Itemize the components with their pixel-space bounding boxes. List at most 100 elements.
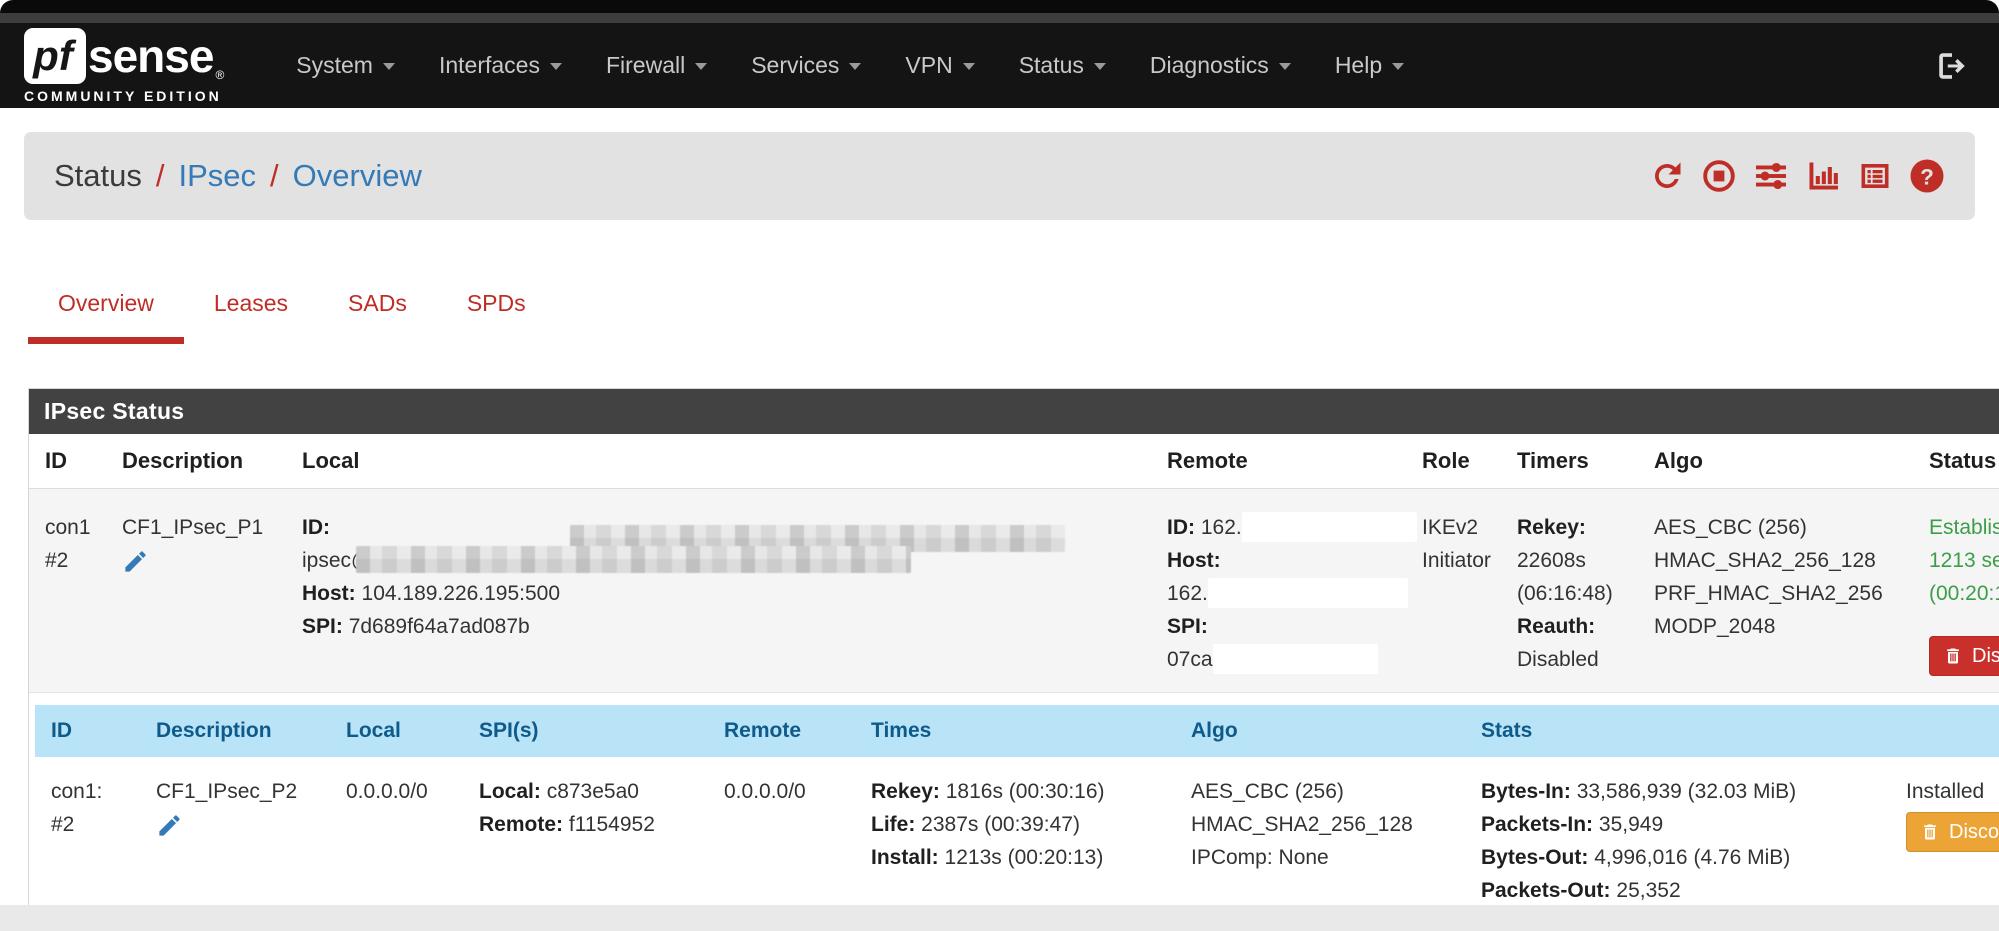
disconnect-button[interactable]: Disconnect bbox=[1929, 636, 1999, 676]
tab-sads[interactable]: SADs bbox=[318, 274, 437, 344]
breadcrumb: Status / IPsec / Overview bbox=[54, 158, 422, 194]
menu-item-vpn[interactable]: VPN bbox=[883, 40, 996, 91]
page-action-icons: ? bbox=[1649, 158, 1945, 194]
col-header-role: Role bbox=[1406, 434, 1501, 489]
pf-logo-box: pf bbox=[24, 28, 86, 84]
window-title-strip bbox=[0, 13, 1999, 23]
cell-description: CF1_IPsec_P2 bbox=[140, 757, 330, 923]
top-navbar: pf sense ® COMMUNITY EDITION System Inte… bbox=[0, 23, 1999, 108]
col-header-times: Times bbox=[855, 705, 1175, 757]
cell-local: 0.0.0.0/0 bbox=[330, 757, 463, 923]
chevron-down-icon bbox=[695, 63, 707, 70]
chevron-down-icon bbox=[1392, 63, 1404, 70]
list-icon[interactable] bbox=[1857, 158, 1893, 194]
col-header-spis: SPI(s) bbox=[463, 705, 708, 757]
chevron-down-icon bbox=[849, 63, 861, 70]
stop-icon[interactable] bbox=[1701, 158, 1737, 194]
cell-remote: 0.0.0.0/0 bbox=[708, 757, 855, 923]
cell-remote: ID: 162. Host: 162. SPI: 07ca bbox=[1151, 489, 1406, 693]
edit-icon[interactable] bbox=[156, 812, 183, 839]
redacted-block bbox=[1242, 512, 1417, 542]
cell-role: IKEv2 Initiator bbox=[1406, 489, 1501, 693]
col-header-algo: Algo bbox=[1638, 434, 1913, 489]
panel-title: IPsec Status bbox=[29, 389, 1999, 434]
col-header-remote: Remote bbox=[708, 705, 855, 757]
col-header-timers: Timers bbox=[1501, 434, 1638, 489]
col-header-description: Description bbox=[106, 434, 286, 489]
cell-id: con1 #2 bbox=[29, 489, 106, 693]
col-header-id: ID bbox=[29, 434, 106, 489]
col-header-id: ID bbox=[35, 705, 140, 757]
page-footer-strip bbox=[0, 905, 1999, 931]
chevron-down-icon bbox=[550, 63, 562, 70]
cell-status: Installed Disconnect bbox=[1890, 757, 1999, 923]
status-badge: Installed bbox=[1906, 775, 1999, 808]
tab-overview[interactable]: Overview bbox=[28, 274, 184, 344]
breadcrumb-separator: / bbox=[270, 158, 279, 194]
pfsense-logo[interactable]: pf sense ® COMMUNITY EDITION bbox=[24, 28, 224, 104]
cell-spis: Local: c873e5a0 Remote: f1154952 bbox=[463, 757, 708, 923]
menu-item-firewall[interactable]: Firewall bbox=[584, 40, 729, 91]
col-header-status: Status bbox=[1913, 434, 1999, 489]
menu-item-help[interactable]: Help bbox=[1313, 40, 1426, 91]
redacted-block bbox=[356, 546, 911, 573]
disconnect-button[interactable]: Disconnect bbox=[1906, 812, 1999, 852]
ike-sa-table: ID Description Local Remote Role Timers … bbox=[29, 434, 1999, 693]
child-sa-table: ID Description Local SPI(s) Remote Times… bbox=[35, 705, 1999, 923]
cell-algo: AES_CBC (256) HMAC_SHA2_256_128 IPComp: … bbox=[1175, 757, 1465, 923]
cell-id: con1: #2 bbox=[35, 757, 140, 923]
col-header-local: Local bbox=[330, 705, 463, 757]
chevron-down-icon bbox=[963, 63, 975, 70]
registered-mark: ® bbox=[215, 68, 224, 82]
svg-text:?: ? bbox=[1920, 164, 1934, 189]
breadcrumb-status: Status bbox=[54, 158, 142, 194]
ike-header-row: ID Description Local Remote Role Timers … bbox=[29, 434, 1999, 489]
cell-timers: Rekey: 22608s (06:16:48) Reauth: Disable… bbox=[1501, 489, 1638, 693]
cell-status: Established 1213 seconds (00:20:13) Disc… bbox=[1913, 489, 1999, 693]
window-top-bar bbox=[0, 0, 1999, 13]
table-row: con1 #2 CF1_IPsec_P1 ID: ipsec@a Host: 1… bbox=[29, 489, 1999, 693]
child-header-row: ID Description Local SPI(s) Remote Times… bbox=[35, 705, 1999, 757]
help-icon[interactable]: ? bbox=[1909, 158, 1945, 194]
menu-item-services[interactable]: Services bbox=[729, 40, 883, 91]
sliders-icon[interactable] bbox=[1753, 158, 1789, 194]
pfsense-logo-text: sense bbox=[88, 28, 213, 84]
col-header-local: Local bbox=[286, 434, 1151, 489]
cell-local: ID: ipsec@a Host: 104.189.226.195:500 SP… bbox=[286, 489, 1151, 693]
menu-item-status[interactable]: Status bbox=[997, 40, 1128, 91]
community-edition-label: COMMUNITY EDITION bbox=[24, 88, 224, 104]
col-header-description: Description bbox=[140, 705, 330, 757]
menu-item-diagnostics[interactable]: Diagnostics bbox=[1128, 40, 1313, 91]
tab-spds[interactable]: SPDs bbox=[437, 274, 556, 344]
col-header-stats: Stats bbox=[1465, 705, 1890, 757]
pfsense-logo-row: pf sense ® bbox=[24, 28, 224, 84]
cell-description: CF1_IPsec_P1 bbox=[106, 489, 286, 693]
col-header-remote: Remote bbox=[1151, 434, 1406, 489]
breadcrumb-link-ipsec[interactable]: IPsec bbox=[179, 158, 257, 194]
breadcrumb-bar: Status / IPsec / Overview ? bbox=[24, 132, 1975, 220]
cell-times: Rekey: 1816s (00:30:16) Life: 2387s (00:… bbox=[855, 757, 1175, 923]
menu-item-system[interactable]: System bbox=[274, 40, 417, 91]
trash-icon bbox=[1920, 822, 1940, 842]
edit-icon[interactable] bbox=[122, 548, 149, 575]
redacted-block bbox=[1208, 578, 1408, 608]
cell-algo: AES_CBC (256) HMAC_SHA2_256_128 PRF_HMAC… bbox=[1638, 489, 1913, 693]
chevron-down-icon bbox=[1279, 63, 1291, 70]
tab-leases[interactable]: Leases bbox=[184, 274, 318, 344]
bar-chart-icon[interactable] bbox=[1805, 158, 1841, 194]
breadcrumb-link-overview[interactable]: Overview bbox=[293, 158, 422, 194]
trash-icon bbox=[1943, 646, 1963, 666]
chevron-down-icon bbox=[1094, 63, 1106, 70]
subnav-tabs: Overview Leases SADs SPDs bbox=[0, 274, 1999, 344]
refresh-icon[interactable] bbox=[1649, 158, 1685, 194]
menu-item-interfaces[interactable]: Interfaces bbox=[417, 40, 584, 91]
col-header-blank bbox=[1890, 705, 1999, 757]
main-menu: System Interfaces Firewall Services VPN … bbox=[274, 40, 1426, 91]
table-row: con1: #2 CF1_IPsec_P2 0.0.0.0/0 Local: c… bbox=[35, 757, 1999, 923]
ipsec-status-panel: IPsec Status ID Description Local Remote… bbox=[28, 388, 1999, 924]
sign-out-icon[interactable] bbox=[1935, 49, 1969, 83]
chevron-down-icon bbox=[383, 63, 395, 70]
cell-stats: Bytes-In: 33,586,939 (32.03 MiB) Packets… bbox=[1465, 757, 1890, 923]
redacted-block bbox=[1213, 644, 1378, 674]
col-header-algo: Algo bbox=[1175, 705, 1465, 757]
